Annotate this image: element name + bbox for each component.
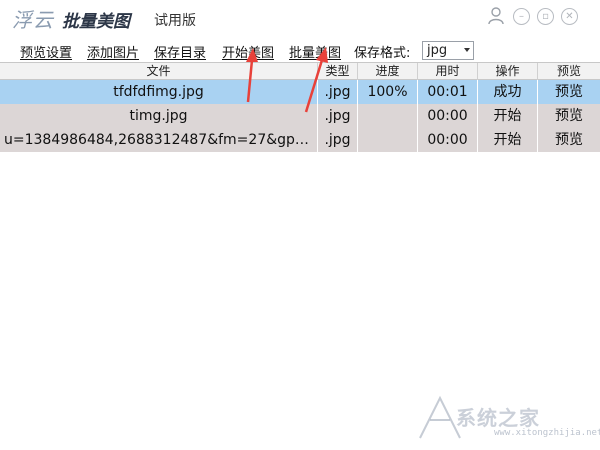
preview-cell[interactable]: 预览	[538, 80, 600, 104]
file-name-cell: tfdfdfimg.jpg	[0, 80, 318, 104]
watermark-text: 系统之家	[456, 406, 540, 430]
table-row[interactable]: tfdfdfimg.jpg .jpg 100% 00:01 成功 预览	[0, 80, 600, 104]
file-name-cell: timg.jpg	[0, 104, 318, 128]
menu-save-directory[interactable]: 保存目录	[154, 42, 206, 61]
type-cell: .jpg	[318, 128, 358, 152]
time-cell: 00:01	[418, 80, 478, 104]
column-header-file[interactable]: 文件	[0, 63, 318, 80]
column-header-time[interactable]: 用时	[418, 63, 478, 80]
menu-start-beautify[interactable]: 开始美图	[222, 42, 274, 61]
table-row[interactable]: u=1384986484,2688312487&fm=27&gp=0.j... …	[0, 128, 600, 152]
restore-icon[interactable]: ▫	[537, 8, 554, 25]
column-header-preview[interactable]: 预览	[538, 63, 600, 80]
type-cell: .jpg	[318, 104, 358, 128]
preview-cell[interactable]: 预览	[538, 104, 600, 128]
menu-preview-settings[interactable]: 预览设置	[20, 42, 72, 61]
preview-cell[interactable]: 预览	[538, 128, 600, 152]
action-cell[interactable]: 开始	[478, 128, 538, 152]
app-window: 浮云 批量美图 试用版 – ▫ ✕ 预览设置 添加图片 保存目录 开始美图 批量…	[0, 0, 600, 450]
menu-batch-beautify[interactable]: 批量美图	[289, 42, 341, 61]
minimize-icon[interactable]: –	[513, 8, 530, 25]
edition-label: 试用版	[154, 13, 196, 29]
column-header-progress[interactable]: 进度	[358, 63, 418, 80]
type-cell: .jpg	[318, 80, 358, 104]
app-logo: 浮云	[12, 8, 54, 32]
close-icon[interactable]: ✕	[561, 8, 578, 25]
chevron-down-icon	[464, 48, 470, 52]
save-format-select[interactable]: jpg	[422, 41, 474, 60]
title-bar: 浮云 批量美图 试用版 – ▫ ✕	[0, 0, 600, 38]
table-header: 文件 类型 进度 用时 操作 预览	[0, 62, 600, 80]
column-header-action[interactable]: 操作	[478, 63, 538, 80]
menu-add-images[interactable]: 添加图片	[87, 42, 139, 61]
time-cell: 00:00	[418, 128, 478, 152]
action-cell[interactable]: 成功	[478, 80, 538, 104]
time-cell: 00:00	[418, 104, 478, 128]
action-cell[interactable]: 开始	[478, 104, 538, 128]
watermark-logo-icon	[419, 395, 461, 439]
save-format-label: 保存格式:	[354, 46, 411, 61]
menu-bar: 预览设置 添加图片 保存目录 开始美图 批量美图 保存格式:	[0, 38, 600, 62]
column-header-type[interactable]: 类型	[318, 63, 358, 80]
user-icon[interactable]	[487, 6, 505, 26]
progress-cell	[358, 104, 418, 128]
table-row[interactable]: timg.jpg .jpg 00:00 开始 预览	[0, 104, 600, 128]
save-format-value: jpg	[427, 43, 448, 58]
watermark-url: www.xitongzhijia.net	[494, 428, 600, 438]
file-name-cell: u=1384986484,2688312487&fm=27&gp=0.j...	[0, 128, 318, 152]
progress-cell	[358, 128, 418, 152]
progress-cell: 100%	[358, 80, 418, 104]
app-title: 批量美图	[62, 12, 130, 32]
